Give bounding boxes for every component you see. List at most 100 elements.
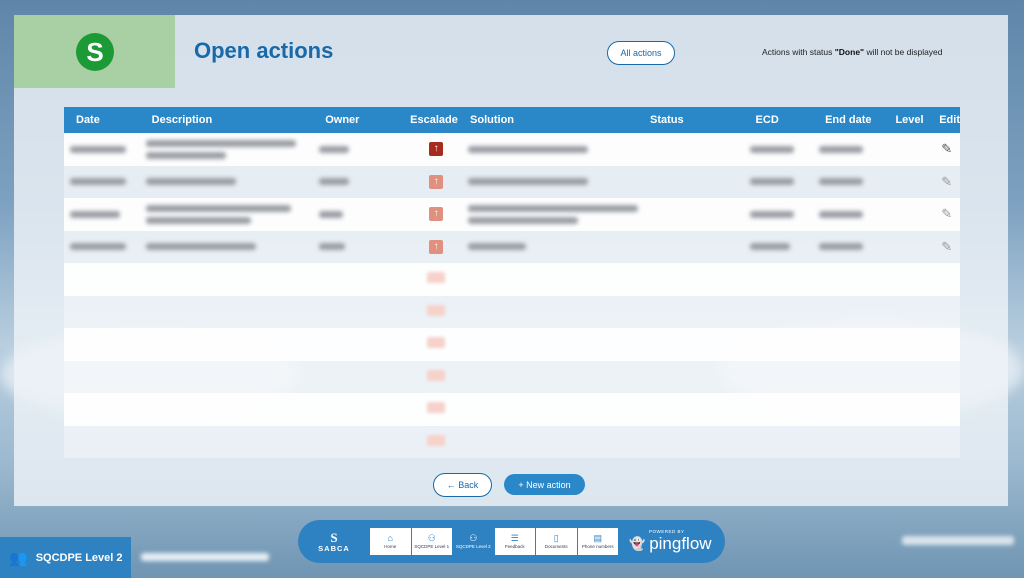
- column-header-owner[interactable]: Owner: [313, 107, 405, 133]
- nav-item-sqcdpe-level-1[interactable]: ⚇ SQCDPE Level 1: [411, 528, 452, 555]
- actions-table: Date Description Owner Escalade Solution…: [64, 107, 960, 458]
- edit-icon[interactable]: ✎: [941, 174, 952, 189]
- cell-level: [887, 133, 936, 166]
- column-header-end-date[interactable]: End date: [813, 107, 888, 133]
- cell-end-date: [813, 133, 888, 166]
- phonebook-icon: ▤: [593, 533, 602, 543]
- status-notice: Actions with status "Done" will not be d…: [762, 47, 943, 57]
- back-label: Back: [458, 480, 479, 490]
- cell-level: [887, 230, 936, 263]
- people-icon: 👥: [9, 549, 28, 567]
- notice-status: "Done": [834, 47, 865, 57]
- table-row-empty: [64, 295, 960, 328]
- edit-icon[interactable]: ✎: [941, 141, 952, 156]
- new-action-button[interactable]: + New action: [504, 474, 585, 495]
- cell-ecd: [743, 230, 814, 263]
- app-logo: S: [76, 33, 114, 71]
- cell-escalade: ↑: [404, 198, 463, 231]
- redacted-footer-datetime: [902, 536, 1014, 545]
- level-label: SQCDPE Level 2: [35, 551, 123, 564]
- table-row-empty: [64, 328, 960, 361]
- nav-item-feedback[interactable]: ☰ Feedback: [494, 528, 535, 555]
- cell-status: [638, 198, 744, 231]
- cell-description: [139, 198, 314, 231]
- escalade-placeholder-icon: [427, 304, 446, 316]
- column-header-solution[interactable]: Solution: [462, 107, 639, 133]
- table-row-empty: [64, 263, 960, 296]
- cell-status: [638, 230, 744, 263]
- escalade-placeholder-icon: [427, 337, 446, 349]
- nav-item-phone-numbers[interactable]: ▤ Phone numbers: [577, 528, 618, 555]
- pingflow-wordmark: pingflow: [649, 534, 712, 553]
- cell-status: [638, 165, 744, 198]
- nav-item-label: SQCDPE Level 1: [414, 544, 450, 549]
- sabca-logo: S SABCA: [318, 529, 350, 553]
- table-row-empty: [64, 393, 960, 426]
- escalade-up-arrow-icon: ↑: [429, 174, 444, 189]
- cell-ecd: [743, 165, 814, 198]
- cell-edit: ✎: [935, 230, 960, 263]
- cell-escalade: ↑: [404, 133, 463, 166]
- column-header-description[interactable]: Description: [139, 107, 314, 133]
- cell-end-date: [813, 230, 888, 263]
- pingflow-ghost-icon: 👻: [629, 536, 646, 551]
- cell-level: [887, 165, 936, 198]
- bottom-nav-bar: S SABCA ⌂ Home ⚇ SQCDPE Level 1 ⚇ SQCDPE…: [298, 520, 725, 563]
- column-header-status[interactable]: Status: [638, 107, 744, 133]
- cell-edit: ✎: [935, 165, 960, 198]
- column-header-ecd[interactable]: ECD: [743, 107, 814, 133]
- nav-item-documents[interactable]: ▯ Documents: [536, 528, 577, 555]
- column-header-escalade[interactable]: Escalade: [404, 107, 463, 133]
- table-row-empty: [64, 360, 960, 393]
- cell-owner: [313, 198, 405, 231]
- cell-solution: [462, 230, 639, 263]
- people-icon: ⚇: [427, 533, 436, 543]
- cell-date: [64, 230, 140, 263]
- redacted-footer-text: [141, 553, 269, 561]
- table-row[interactable]: ↑ ✎: [64, 198, 960, 231]
- pingflow-logo: POWERED BY 👻 pingflow: [629, 529, 712, 554]
- logo-area: S: [14, 15, 175, 88]
- back-button[interactable]: ← Back: [433, 473, 492, 497]
- edit-icon[interactable]: ✎: [941, 206, 952, 221]
- cell-end-date: [813, 165, 888, 198]
- current-level-badge: 👥 SQCDPE Level 2: [0, 537, 131, 578]
- cell-date: [64, 133, 140, 166]
- nav-item-label: Documents: [544, 544, 568, 549]
- cell-description: [139, 165, 314, 198]
- cell-level: [887, 198, 936, 231]
- brand-name: SABCA: [318, 543, 350, 553]
- column-header-date[interactable]: Date: [64, 107, 140, 133]
- all-actions-button[interactable]: All actions: [607, 41, 675, 65]
- column-header-edit: Edit: [935, 107, 960, 133]
- column-header-level[interactable]: Level: [887, 107, 936, 133]
- table-header-row: Date Description Owner Escalade Solution…: [64, 107, 960, 133]
- table-row[interactable]: ↑ ✎: [64, 230, 960, 263]
- escalade-up-arrow-icon: ↑: [429, 207, 444, 222]
- table-row[interactable]: ↑ ✎: [64, 133, 960, 166]
- cell-owner: [313, 230, 405, 263]
- cell-description: [139, 133, 314, 166]
- cell-edit: ✎: [935, 133, 960, 166]
- table-row[interactable]: ↑ ✎: [64, 165, 960, 198]
- cell-end-date: [813, 198, 888, 231]
- cell-solution: [462, 198, 639, 231]
- people-icon: ⚇: [469, 533, 478, 543]
- plus-icon: +: [518, 479, 527, 490]
- nav-item-label: Home: [384, 544, 397, 549]
- cell-owner: [313, 165, 405, 198]
- notice-prefix: Actions with status: [762, 47, 835, 57]
- home-icon: ⌂: [387, 533, 393, 543]
- edit-icon[interactable]: ✎: [941, 239, 952, 254]
- cell-ecd: [743, 133, 814, 166]
- nav-item-label: SQCDPE Level 2: [455, 544, 491, 549]
- cell-description: [139, 230, 314, 263]
- escalade-placeholder-icon: [427, 369, 446, 381]
- cell-edit: ✎: [935, 198, 960, 231]
- cell-ecd: [743, 198, 814, 231]
- cell-date: [64, 198, 140, 231]
- new-action-label: New action: [526, 479, 571, 490]
- table-row-empty: [64, 425, 960, 458]
- nav-item-home[interactable]: ⌂ Home: [370, 528, 411, 555]
- nav-item-sqcdpe-level-2[interactable]: ⚇ SQCDPE Level 2: [453, 528, 494, 555]
